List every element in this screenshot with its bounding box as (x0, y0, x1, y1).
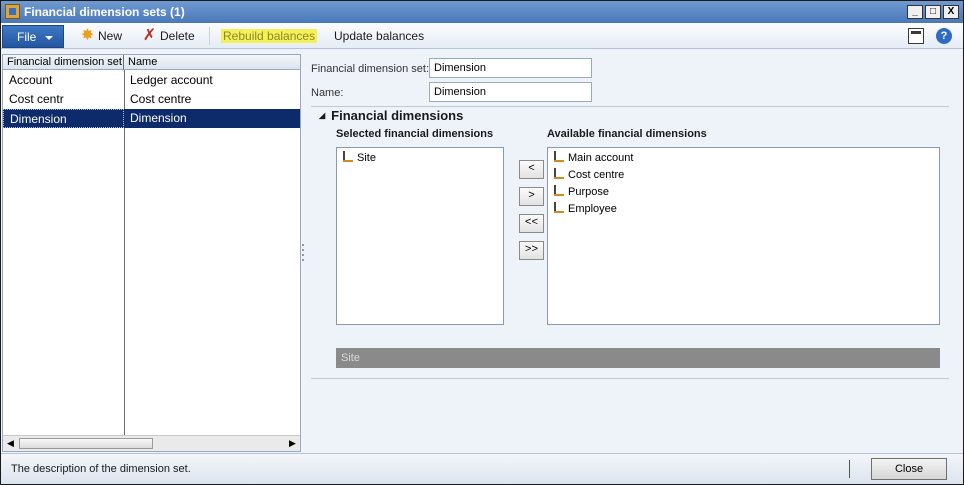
rebuild-balances-button[interactable]: Rebuild balances (221, 28, 318, 45)
list-item[interactable]: Main account (552, 150, 633, 167)
list-item-label: Main account (568, 152, 634, 164)
window: Financial dimension sets (1) _ □ X File … (0, 0, 964, 485)
group-title: Financial dimensions (331, 108, 464, 123)
list-item[interactable]: Employee (552, 201, 617, 218)
dimension-set-grid: Financial dimension set Name Account Led… (2, 54, 301, 452)
dimension-icon (552, 201, 566, 215)
update-balances-label: Update balances (334, 29, 425, 43)
list-item[interactable]: Site (341, 150, 376, 167)
close-button[interactable]: Close (871, 458, 947, 480)
status-bar: The description of the dimension set. Cl… (1, 453, 963, 484)
column-header-name[interactable]: Name (124, 55, 300, 70)
column-header-set[interactable]: Financial dimension set (3, 55, 124, 70)
status-divider (849, 460, 850, 478)
dimension-icon (552, 167, 566, 181)
delete-icon: ✗ (142, 27, 157, 44)
new-button[interactable]: ✸ New (80, 28, 122, 45)
list-item-label: Site (357, 152, 376, 164)
update-balances-button[interactable]: Update balances (334, 28, 424, 45)
action-pane: File ✸ New ✗ Delete Rebuild balances Updat… (1, 23, 963, 49)
table-row-selected[interactable]: Dimension Dimension (3, 109, 300, 128)
list-item-label: Purpose (568, 186, 609, 198)
window-controls: _ □ X (907, 5, 959, 19)
delete-label: Delete (160, 29, 195, 43)
app-icon (5, 4, 20, 19)
available-dimensions-title: Available financial dimensions (547, 128, 707, 140)
cell-name: Cost centre (130, 92, 192, 106)
selected-dimension-summary: Site (336, 348, 940, 368)
help-icon[interactable]: ? (936, 28, 952, 44)
scroll-thumb[interactable] (19, 438, 153, 449)
dimension-icon (552, 150, 566, 164)
set-field-label: Financial dimension set: (311, 63, 430, 75)
title-bar: Financial dimension sets (1) _ □ X (1, 1, 963, 23)
move-all-left-button[interactable]: << (519, 214, 544, 233)
list-item-label: Cost centre (568, 169, 625, 181)
new-label: New (98, 29, 123, 43)
close-window-button[interactable]: X (943, 5, 959, 19)
list-item[interactable]: Purpose (552, 184, 609, 201)
minimize-button[interactable]: _ (907, 5, 923, 19)
file-menu-button[interactable]: File (2, 25, 64, 48)
table-row[interactable]: Account Ledger account (3, 71, 300, 90)
detail-pane: Financial dimension set: Dimension Name:… (306, 54, 958, 452)
move-all-right-button[interactable]: >> (519, 241, 544, 260)
financial-dimensions-group: ◢ Financial dimensions Selected financial… (311, 106, 949, 379)
window-title: Financial dimension sets (1) (24, 5, 185, 19)
available-dimensions-list[interactable]: Main account Cost centre Purpose Employe… (547, 147, 940, 325)
pane-splitter[interactable] (302, 244, 305, 264)
table-row[interactable]: Cost centr Cost centre (3, 90, 300, 109)
collapse-triangle-icon: ◢ (319, 111, 326, 120)
cell-set: Cost centr (9, 92, 64, 106)
horizontal-scrollbar[interactable]: ◀ ▶ (3, 435, 300, 451)
toolbar-divider (209, 27, 210, 45)
move-left-button[interactable]: < (519, 160, 544, 179)
rebuild-balances-label: Rebuild balances (221, 29, 318, 43)
name-field-label: Name: (311, 87, 344, 99)
maximize-button[interactable]: □ (925, 5, 941, 19)
set-field-input[interactable]: Dimension (429, 58, 592, 78)
selected-dimensions-list[interactable]: Site (336, 147, 504, 325)
cell-set: Account (9, 73, 53, 87)
group-header[interactable]: ◢ Financial dimensions (319, 108, 463, 123)
cell-name: Dimension (130, 111, 187, 125)
delete-button[interactable]: ✗ Delete (142, 28, 195, 45)
scroll-left-icon[interactable]: ◀ (5, 438, 16, 449)
move-right-button[interactable]: > (519, 187, 544, 206)
chevron-down-icon (45, 35, 54, 40)
layout-icon[interactable] (908, 28, 924, 44)
list-item-label: Employee (568, 203, 617, 215)
scroll-right-icon[interactable]: ▶ (287, 438, 298, 449)
selected-dimensions-title: Selected financial dimensions (336, 128, 494, 140)
status-description: The description of the dimension set. (11, 463, 191, 475)
dimension-icon (341, 150, 355, 164)
new-icon: ✸ (80, 27, 95, 44)
dimension-icon (552, 184, 566, 198)
list-item[interactable]: Cost centre (552, 167, 624, 184)
name-field-input[interactable]: Dimension (429, 82, 592, 102)
file-label: File (17, 30, 37, 44)
cell-name: Ledger account (130, 73, 213, 87)
cell-set: Dimension (3, 109, 124, 128)
